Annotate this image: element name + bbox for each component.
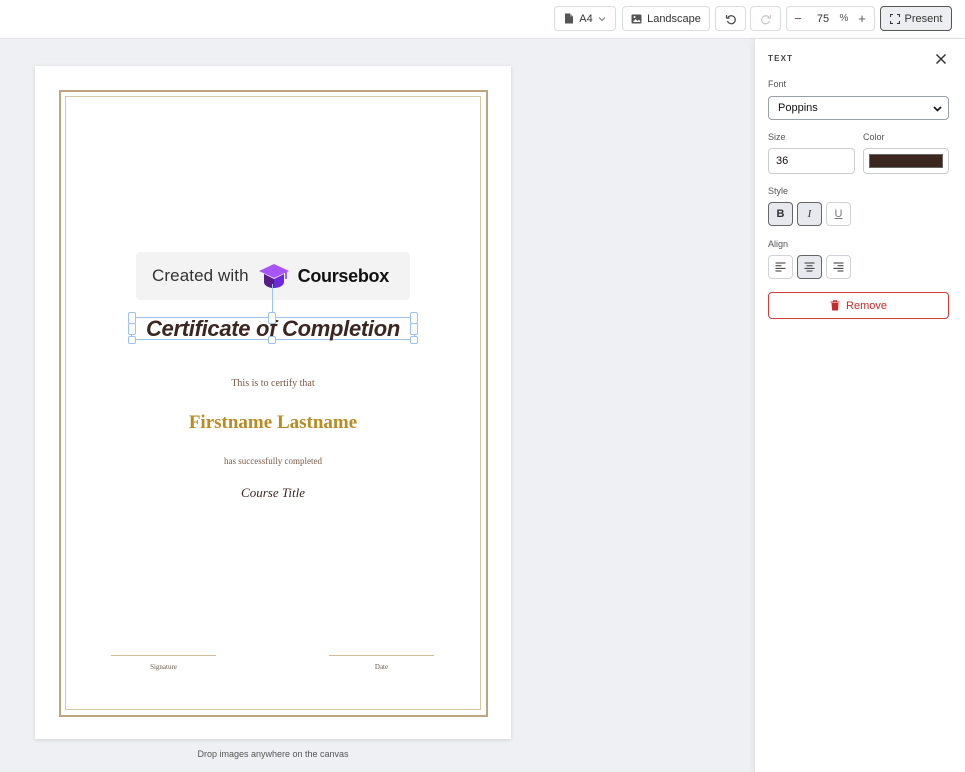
remove-button[interactable]: Remove <box>768 292 949 319</box>
bold-button[interactable]: B <box>768 202 793 226</box>
document-icon <box>565 13 574 24</box>
zoom-unit: % <box>839 13 849 24</box>
resize-handle-bottom-left[interactable] <box>128 336 136 344</box>
signature-line <box>111 655 216 656</box>
inner-border <box>65 96 481 710</box>
created-with-badge[interactable]: Created with Coursebox <box>136 252 410 300</box>
certificate-canvas[interactable]: Created with Coursebox Certificate of Co… <box>35 66 511 739</box>
badge-brand: Coursebox <box>297 265 390 286</box>
italic-button[interactable]: I <box>797 202 822 226</box>
redo-icon <box>760 14 771 24</box>
remove-label: Remove <box>846 299 887 312</box>
redo-button[interactable] <box>750 6 781 31</box>
present-button[interactable]: Present <box>880 6 952 31</box>
recipient-name[interactable]: Firstname Lastname <box>35 412 511 434</box>
color-label: Color <box>863 132 885 142</box>
fullscreen-icon <box>889 13 900 24</box>
font-label: Font <box>768 79 787 89</box>
size-label: Size <box>768 132 786 142</box>
page-size-dropdown[interactable]: A4 <box>554 6 616 31</box>
font-select[interactable]: Poppins <box>768 96 949 120</box>
align-center-icon <box>804 262 815 272</box>
resize-handle-left[interactable] <box>128 323 136 335</box>
resize-handle-bottom[interactable] <box>268 336 276 344</box>
image-icon <box>631 14 642 23</box>
top-toolbar: A4 Landscape − 75 % + Present <box>0 0 965 39</box>
signature-label[interactable]: Signature <box>111 663 216 671</box>
align-right-icon <box>833 262 844 272</box>
page-size-label: A4 <box>579 12 593 25</box>
completed-text[interactable]: has successfully completed <box>35 456 511 466</box>
font-value: Poppins <box>778 102 818 114</box>
zoom-in-button[interactable]: + <box>851 11 873 26</box>
chevron-down-icon <box>598 16 606 21</box>
resize-handle-top[interactable] <box>268 312 276 324</box>
course-title[interactable]: Course Title <box>35 485 511 501</box>
align-left-icon <box>775 262 786 272</box>
align-label: Align <box>768 239 789 249</box>
date-line <box>329 655 434 656</box>
align-right-button[interactable] <box>826 255 851 279</box>
underline-button[interactable]: U <box>826 202 851 226</box>
align-left-button[interactable] <box>768 255 793 279</box>
size-input[interactable]: 36 <box>768 148 855 174</box>
color-swatch <box>869 154 943 168</box>
coursebox-logo-icon <box>258 264 289 288</box>
undo-button[interactable] <box>715 6 746 31</box>
style-label: Style <box>768 186 789 196</box>
zoom-control: − 75 % + <box>786 6 875 31</box>
undo-icon <box>725 14 736 24</box>
text-properties-panel: TEXT Font Poppins Size Color 36 Style B … <box>754 39 965 772</box>
orientation-button[interactable]: Landscape <box>622 6 710 31</box>
date-label[interactable]: Date <box>329 663 434 671</box>
orientation-label: Landscape <box>647 12 701 25</box>
present-label: Present <box>904 12 943 25</box>
canvas-hint: Drop images anywhere on the canvas <box>197 749 349 759</box>
chevron-down-icon <box>933 106 942 112</box>
panel-title: TEXT <box>768 54 794 63</box>
resize-handle-bottom-right[interactable] <box>410 336 418 344</box>
certify-text[interactable]: This is to certify that <box>35 378 511 389</box>
align-center-button[interactable] <box>797 255 822 279</box>
zoom-input[interactable]: 75 <box>809 13 837 25</box>
trash-icon <box>830 300 840 311</box>
badge-text: Created with <box>152 266 249 285</box>
color-picker[interactable] <box>863 148 949 174</box>
close-icon[interactable] <box>934 52 948 66</box>
zoom-out-button[interactable]: − <box>787 11 809 26</box>
resize-handle-right[interactable] <box>410 323 418 335</box>
